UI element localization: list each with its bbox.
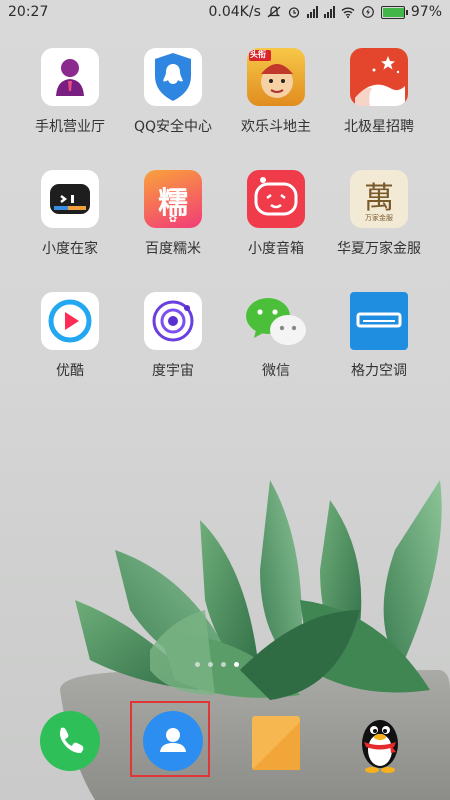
wifi-icon <box>341 7 355 18</box>
shield-penguin-icon <box>144 48 202 106</box>
app-label: QQ安全中心 <box>133 119 213 135</box>
battery-fill <box>382 7 405 17</box>
app-gree-aircon[interactable]: 格力空调 <box>329 292 429 380</box>
page-dot[interactable] <box>208 662 213 667</box>
network-speed: 0.04K/s <box>208 4 261 20</box>
app-huanle-doudizhu[interactable]: 头衔 欢乐斗地主 <box>226 48 326 136</box>
dock <box>0 702 450 792</box>
app-wechat[interactable]: 微信 <box>226 292 326 380</box>
notes-app[interactable] <box>248 710 304 772</box>
app-row-1: 手机营业厅 QQ安全中心 头衔 欢乐斗地主 北极星招聘 <box>0 48 450 170</box>
app-label: 格力空调 <box>351 363 407 379</box>
app-label: 小度在家 <box>42 241 98 257</box>
silent-bell-icon <box>267 6 281 18</box>
person-suit-icon <box>41 48 99 106</box>
page-dot[interactable] <box>221 662 226 667</box>
app-row-3: 优酷 度宇宙 微信 格力空调 <box>0 292 450 414</box>
alarm-clock-icon <box>288 7 300 18</box>
qq-app[interactable] <box>350 710 410 773</box>
chat-bubbles-icon <box>246 292 306 350</box>
nuomi-icon: 糯 ✿ <box>144 170 202 228</box>
app-beijixing[interactable]: 北极星招聘 <box>329 48 429 136</box>
app-label: 度宇宙 <box>152 363 194 379</box>
page-dot-active[interactable] <box>234 662 239 667</box>
phone-app[interactable] <box>39 710 101 772</box>
paw-icon: ✿ <box>168 214 178 225</box>
robot-face-icon <box>41 170 99 228</box>
app-youku[interactable]: 优酷 <box>20 292 120 380</box>
app-baidu-nuomi[interactable]: 糯 ✿ 百度糯米 <box>123 170 223 258</box>
app-label: 北极星招聘 <box>344 119 414 135</box>
speaker-face-icon <box>247 170 305 228</box>
app-label: 华夏万家金服 <box>337 241 421 257</box>
app-huaxia-wanjia[interactable]: 萬 万家金服 华夏万家金服 <box>329 170 429 258</box>
app-label: 欢乐斗地主 <box>241 119 311 135</box>
app-xiaodu-zaijia[interactable]: 小度在家 <box>20 170 120 258</box>
signal-2-icon <box>323 6 335 18</box>
app-duyuzhou[interactable]: 度宇宙 <box>123 292 223 380</box>
status-bar: 20:27 0.04K/s 97% <box>0 0 450 26</box>
app-xiaodu-yinxiang[interactable]: 小度音箱 <box>226 170 326 258</box>
page-dot[interactable] <box>195 662 200 667</box>
app-label: 微信 <box>262 363 290 379</box>
wan-character-icon: 萬 万家金服 <box>350 170 408 228</box>
game-character-icon: 头衔 <box>247 48 305 106</box>
phone-icon <box>40 711 100 771</box>
wan-subtext: 万家金服 <box>365 214 393 222</box>
signal-1-icon <box>306 6 318 18</box>
app-label: 百度糯米 <box>145 241 201 257</box>
wan-glyph: 萬 <box>364 181 394 216</box>
app-qq-security[interactable]: QQ安全中心 <box>123 48 223 136</box>
app-row-2: 小度在家 糯 ✿ 百度糯米 小度音箱 萬 万家金服 华夏万家金服 <box>0 170 450 292</box>
qq-penguin-icon <box>362 720 398 773</box>
battery-percent: 97% <box>410 4 442 20</box>
app-label: 小度音箱 <box>248 241 304 257</box>
star-mountain-icon <box>350 48 408 106</box>
app-grid: 手机营业厅 QQ安全中心 头衔 欢乐斗地主 北极星招聘 小度在家 糯 ✿ 百度糯… <box>0 48 450 414</box>
play-icon <box>41 292 99 350</box>
clock: 20:27 <box>8 4 49 20</box>
app-label: 优酷 <box>56 363 84 379</box>
air-conditioner-icon <box>350 292 408 350</box>
page-indicator[interactable] <box>195 662 239 667</box>
orbit-icon <box>144 292 202 350</box>
app-label: 手机营业厅 <box>35 119 105 135</box>
notes-icon <box>252 716 300 770</box>
game-badge: 头衔 <box>250 50 266 59</box>
battery-icon <box>380 5 408 19</box>
charging-icon <box>361 6 374 18</box>
app-shoujiyingyeting[interactable]: 手机营业厅 <box>20 48 120 136</box>
status-icons: 0.04K/s 97% <box>209 4 443 20</box>
selection-highlight <box>130 701 210 777</box>
